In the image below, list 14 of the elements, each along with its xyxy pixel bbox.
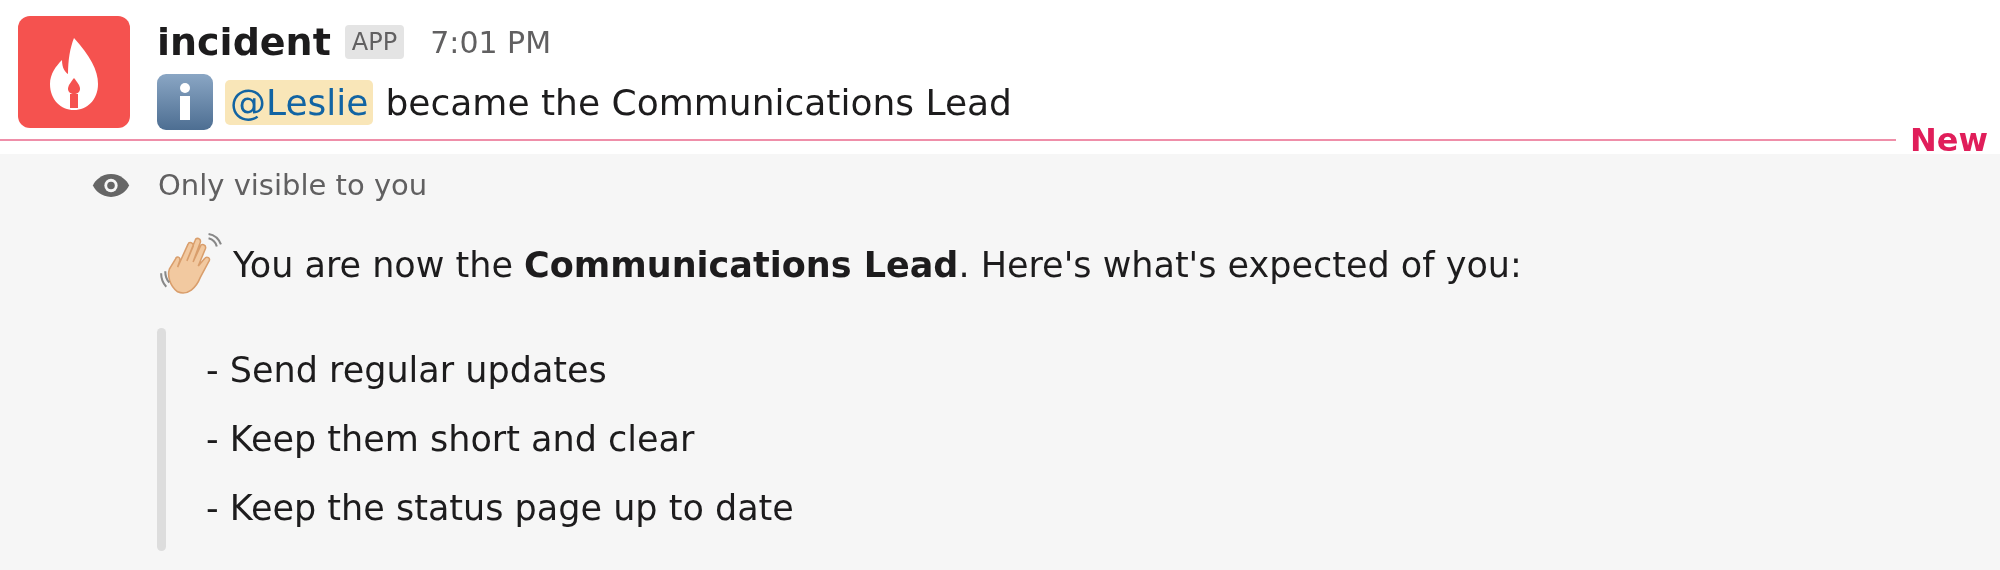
app-badge: APP [344, 25, 405, 59]
user-mention[interactable]: @Leslie [225, 79, 374, 125]
eye-icon [92, 172, 130, 198]
quote-line: - Keep them short and clear [206, 418, 696, 461]
quote-line: - Keep the status page up to date [206, 487, 794, 530]
info-icon [157, 74, 213, 130]
app-avatar-icon[interactable] [18, 16, 130, 128]
quote-line: - Send regular updates [206, 349, 608, 392]
message-text: became the Communications Lead [385, 81, 1012, 123]
message-time[interactable]: 7:01 PM [430, 24, 552, 60]
role-intro-text: You are now the Communications Lead. Here's what's expected of you: [233, 245, 1522, 285]
sender-name[interactable]: incident [157, 20, 331, 64]
new-messages-label: New [1908, 121, 1989, 159]
visibility-note: Only visible to you [158, 168, 428, 202]
